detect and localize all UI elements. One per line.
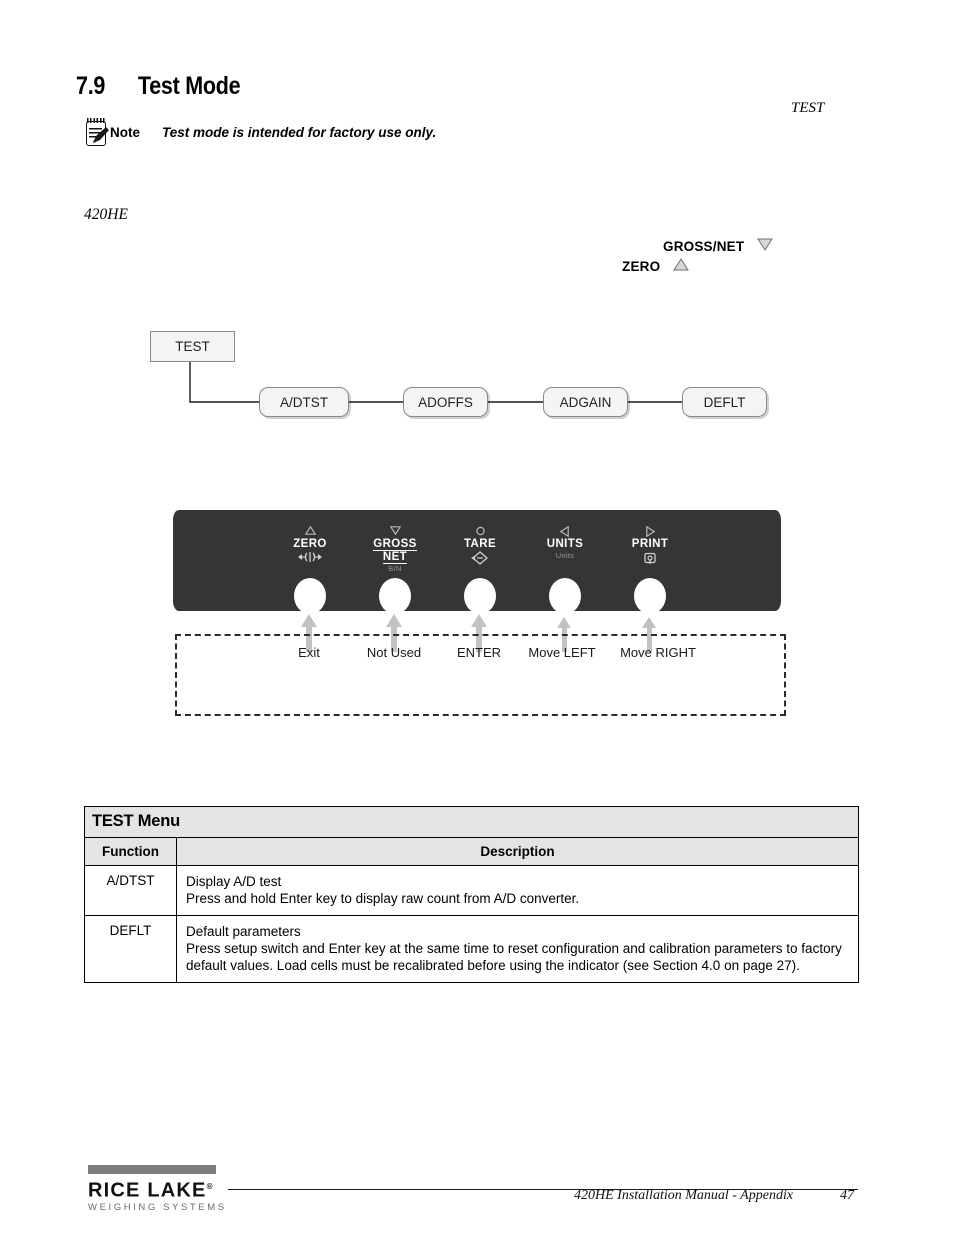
column-header-function: Function <box>84 837 177 866</box>
flow-node-adoffs-label: ADOFFS <box>418 394 473 410</box>
print-icon <box>607 551 693 564</box>
key-tare-label: TARE <box>463 538 497 550</box>
key-units[interactable]: UNITS Units <box>522 525 608 561</box>
table-row: DEFLT Default parameters Press setup swi… <box>84 915 860 983</box>
table-row: A/DTST Display A/D test Press and hold E… <box>84 865 860 916</box>
key-zero-label: ZERO <box>293 538 327 550</box>
callout-arrows <box>301 614 656 652</box>
flow-node-adgain-label: ADGAIN <box>559 394 612 410</box>
flow-node-deflt[interactable]: DEFLT <box>682 387 767 417</box>
key-net-label: NET <box>382 551 408 564</box>
key-tare[interactable]: TARE <box>437 526 523 565</box>
key-gross-net-sublabel: B/N <box>388 564 402 573</box>
test-menu-table: TEST Menu Function Description A/DTST Di… <box>83 806 860 983</box>
key-units-label: UNITS <box>546 538 584 550</box>
footer-manual-text: 420HE Installation Manual - Appendix <box>574 1188 794 1203</box>
triangle-right-icon <box>607 525 693 538</box>
table-header-row: Function Description <box>84 837 860 866</box>
button-gross-net[interactable] <box>379 578 411 614</box>
column-header-description: Description <box>175 837 860 866</box>
tare-diamond-icon <box>437 551 523 565</box>
triangle-down-icon <box>352 526 438 538</box>
row-function-adtst: A/DTST <box>84 865 177 916</box>
key-zero[interactable]: ZERO <box>267 525 353 564</box>
logo-bar <box>88 1165 216 1174</box>
flow-node-test[interactable]: TEST <box>150 331 235 362</box>
notepad-pencil-icon <box>84 118 110 148</box>
zero-center-icon <box>267 551 353 564</box>
test-menu-italic-label: TEST <box>791 100 825 116</box>
triangle-up-icon <box>673 258 690 274</box>
table-title-row: TEST Menu <box>83 806 860 838</box>
row-description-deflt: Default parameters Press setup switch an… <box>175 915 860 983</box>
page-title: 7.9 Test Mode <box>76 72 241 101</box>
flow-node-adtst[interactable]: A/DTST <box>259 387 349 417</box>
model-label: 420HE <box>84 206 128 223</box>
key-print[interactable]: PRINT <box>607 525 693 564</box>
flow-node-adoffs[interactable]: ADOFFS <box>403 387 488 417</box>
key-hint-zero-label: ZERO <box>622 258 661 274</box>
section-number: 7.9 <box>76 72 106 100</box>
button-print[interactable] <box>634 578 666 614</box>
desc-line-2: Press setup switch and Enter key at the … <box>186 941 842 956</box>
flow-node-test-label: TEST <box>175 339 210 354</box>
triangle-down-icon <box>757 238 774 254</box>
flowchart-connectors <box>189 362 683 403</box>
button-units[interactable] <box>549 578 581 614</box>
table-title: TEST Menu <box>83 806 860 838</box>
triangle-up-icon <box>267 525 353 538</box>
callout-label-move-right: Move RIGHT <box>620 645 696 660</box>
logo-name-text: RICE LAKE <box>88 1179 207 1202</box>
key-print-label: PRINT <box>631 538 669 550</box>
note-text: Test mode is intended for factory use on… <box>162 125 437 140</box>
logo-trademark: ® <box>206 1182 214 1191</box>
note-block: Note Test mode is intended for factory u… <box>84 118 436 148</box>
rice-lake-logo: RICE LAKE® WEIGHING SYSTEMS <box>88 1165 230 1214</box>
row-function-deflt: DEFLT <box>84 915 177 983</box>
key-hint-gross-net: GROSS/NET <box>663 238 774 254</box>
logo-subtitle: WEIGHING SYSTEMS <box>88 1201 227 1213</box>
desc-line-1: Default parameters <box>186 924 301 939</box>
flow-node-adtst-label: A/DTST <box>279 394 328 410</box>
button-tare[interactable] <box>464 578 496 614</box>
desc-line-3: default values. Load cells must be recal… <box>186 958 800 973</box>
flow-node-adgain[interactable]: ADGAIN <box>543 387 628 417</box>
key-gross-label: GROSS <box>373 538 417 551</box>
callout-label-move-left: Move LEFT <box>528 645 596 660</box>
row-description-adtst: Display A/D test Press and hold Enter ke… <box>175 865 860 916</box>
flow-node-deflt-label: DEFLT <box>703 394 746 410</box>
logo-name: RICE LAKE® <box>88 1176 230 1202</box>
section-title: Test Mode <box>137 72 241 100</box>
circle-icon <box>437 526 523 538</box>
desc-line-1: Display A/D test <box>186 874 282 889</box>
desc-line-2: Press and hold Enter key to display raw … <box>186 891 580 906</box>
triangle-left-icon <box>522 525 608 538</box>
indicator-keypad-panel: ZERO GROSS NET B/N TARE UNITS Units PRIN… <box>173 510 781 614</box>
key-gross-net[interactable]: GROSS NET B/N <box>352 526 438 574</box>
button-zero[interactable] <box>294 578 326 614</box>
key-hint-gross-net-label: GROSS/NET <box>663 238 745 254</box>
footer-page-number: 47 <box>840 1188 854 1203</box>
note-label: Note <box>110 125 140 140</box>
key-hint-zero: ZERO <box>622 258 690 274</box>
key-units-sublabel: Units <box>555 551 575 560</box>
